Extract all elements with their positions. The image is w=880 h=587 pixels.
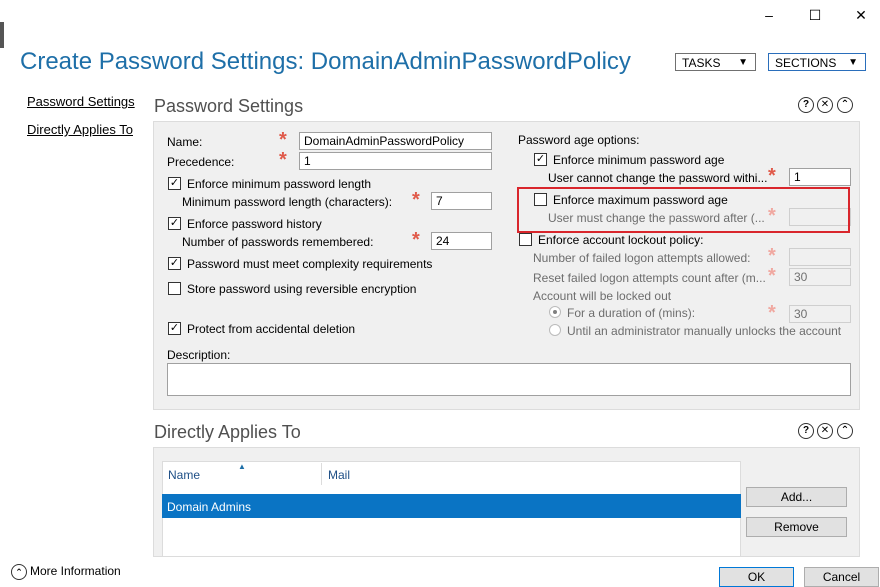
enforce-min-length-label: Enforce minimum password length (187, 177, 372, 191)
required-icon: * (768, 165, 776, 187)
password-settings-heading: Password Settings (154, 96, 304, 116)
name-label: Name: (167, 135, 203, 149)
history-count-field[interactable]: 24 (431, 232, 492, 250)
required-icon: * (412, 229, 420, 251)
table-row[interactable]: Domain Admins (162, 494, 741, 518)
more-information-link[interactable]: More Information (30, 564, 121, 578)
lockout-policy-checkbox[interactable] (519, 233, 532, 246)
required-icon: * (279, 129, 287, 151)
enforce-min-age-checkbox[interactable]: ✓ (534, 153, 547, 166)
precedence-label: Precedence: (167, 155, 235, 169)
window-edge (0, 22, 4, 48)
sort-ascending-icon: ▲ (238, 462, 246, 471)
age-options-label: Password age options: (518, 133, 640, 147)
remove-button[interactable]: Remove (746, 517, 847, 537)
description-label: Description: (167, 348, 231, 362)
ok-button[interactable]: OK (719, 567, 794, 587)
complexity-label: Password must meet complexity requiremen… (187, 257, 433, 271)
sections-arrow-icon: ▼ (848, 57, 858, 68)
tasks-arrow-icon: ▼ (738, 57, 748, 68)
min-length-label: Minimum password length (characters): (182, 195, 393, 209)
enforce-history-checkbox[interactable]: ✓ (168, 217, 181, 230)
expand-up-icon[interactable]: ⌃ (11, 564, 27, 580)
applies-to-heading: Directly Applies To (154, 422, 301, 442)
name-field[interactable]: DomainAdminPasswordPolicy (299, 132, 492, 150)
min-age-label: User cannot change the password withi... (548, 171, 768, 185)
highlight-box (517, 187, 850, 233)
description-field[interactable] (167, 363, 851, 396)
precedence-field[interactable]: 1 (299, 152, 492, 170)
enforce-min-age-label: Enforce minimum password age (553, 153, 725, 167)
nav-item-directly-applies-to[interactable]: Directly Applies To (27, 122, 133, 137)
cancel-button[interactable]: Cancel (804, 567, 879, 587)
maximize-button[interactable]: ☐ (792, 0, 838, 30)
min-age-field[interactable]: 1 (789, 168, 851, 186)
close-button[interactable]: ✕ (838, 0, 880, 30)
help-icon[interactable]: ? (798, 423, 814, 439)
required-icon: * (768, 302, 776, 324)
locked-out-label: Account will be locked out (533, 289, 672, 303)
required-icon: * (768, 245, 776, 267)
column-divider (321, 463, 322, 485)
help-icon[interactable]: ? (798, 97, 814, 113)
duration-radio[interactable] (549, 306, 561, 318)
reset-count-field[interactable]: 30 (789, 268, 851, 286)
until-admin-radio[interactable] (549, 324, 561, 336)
collapse-icon[interactable]: ⌃ (837, 423, 853, 439)
reset-count-label: Reset failed logon attempts count after … (533, 271, 766, 285)
enforce-min-length-checkbox[interactable]: ✓ (168, 177, 181, 190)
row-name: Domain Admins (167, 500, 252, 514)
min-length-field[interactable]: 7 (431, 192, 492, 210)
enforce-history-label: Enforce password history (187, 217, 322, 231)
sections-dropdown[interactable]: SECTIONS ▼ (768, 53, 866, 71)
close-section-icon[interactable]: ✕ (817, 423, 833, 439)
reversible-encryption-checkbox[interactable] (168, 282, 181, 295)
nav-item-password-settings[interactable]: Password Settings (27, 94, 135, 109)
protect-deletion-label: Protect from accidental deletion (187, 322, 356, 336)
column-header-name[interactable]: Name (168, 468, 200, 482)
tasks-dropdown[interactable]: TASKS ▼ (675, 53, 756, 71)
history-count-label: Number of passwords remembered: (182, 235, 374, 249)
reversible-encryption-label: Store password using reversible encrypti… (187, 282, 417, 296)
page-title: Create Password Settings: DomainAdminPas… (20, 48, 631, 75)
collapse-icon[interactable]: ⌃ (837, 97, 853, 113)
failed-attempts-label: Number of failed logon attempts allowed: (533, 251, 751, 265)
required-icon: * (412, 189, 420, 211)
minimize-button[interactable]: – (746, 0, 792, 30)
duration-label: For a duration of (mins): (567, 306, 696, 320)
duration-field[interactable]: 30 (789, 305, 851, 323)
close-section-icon[interactable]: ✕ (817, 97, 833, 113)
sections-label: SECTIONS (775, 56, 837, 70)
complexity-checkbox[interactable]: ✓ (168, 257, 181, 270)
column-header-mail[interactable]: Mail (328, 468, 350, 482)
tasks-label: TASKS (682, 56, 721, 70)
required-icon: * (279, 149, 287, 171)
failed-attempts-field[interactable] (789, 248, 851, 266)
until-admin-label: Until an administrator manually unlocks … (567, 324, 842, 338)
protect-deletion-checkbox[interactable]: ✓ (168, 322, 181, 335)
required-icon: * (768, 265, 776, 287)
lockout-policy-label: Enforce account lockout policy: (538, 233, 704, 247)
add-button[interactable]: Add... (746, 487, 847, 507)
